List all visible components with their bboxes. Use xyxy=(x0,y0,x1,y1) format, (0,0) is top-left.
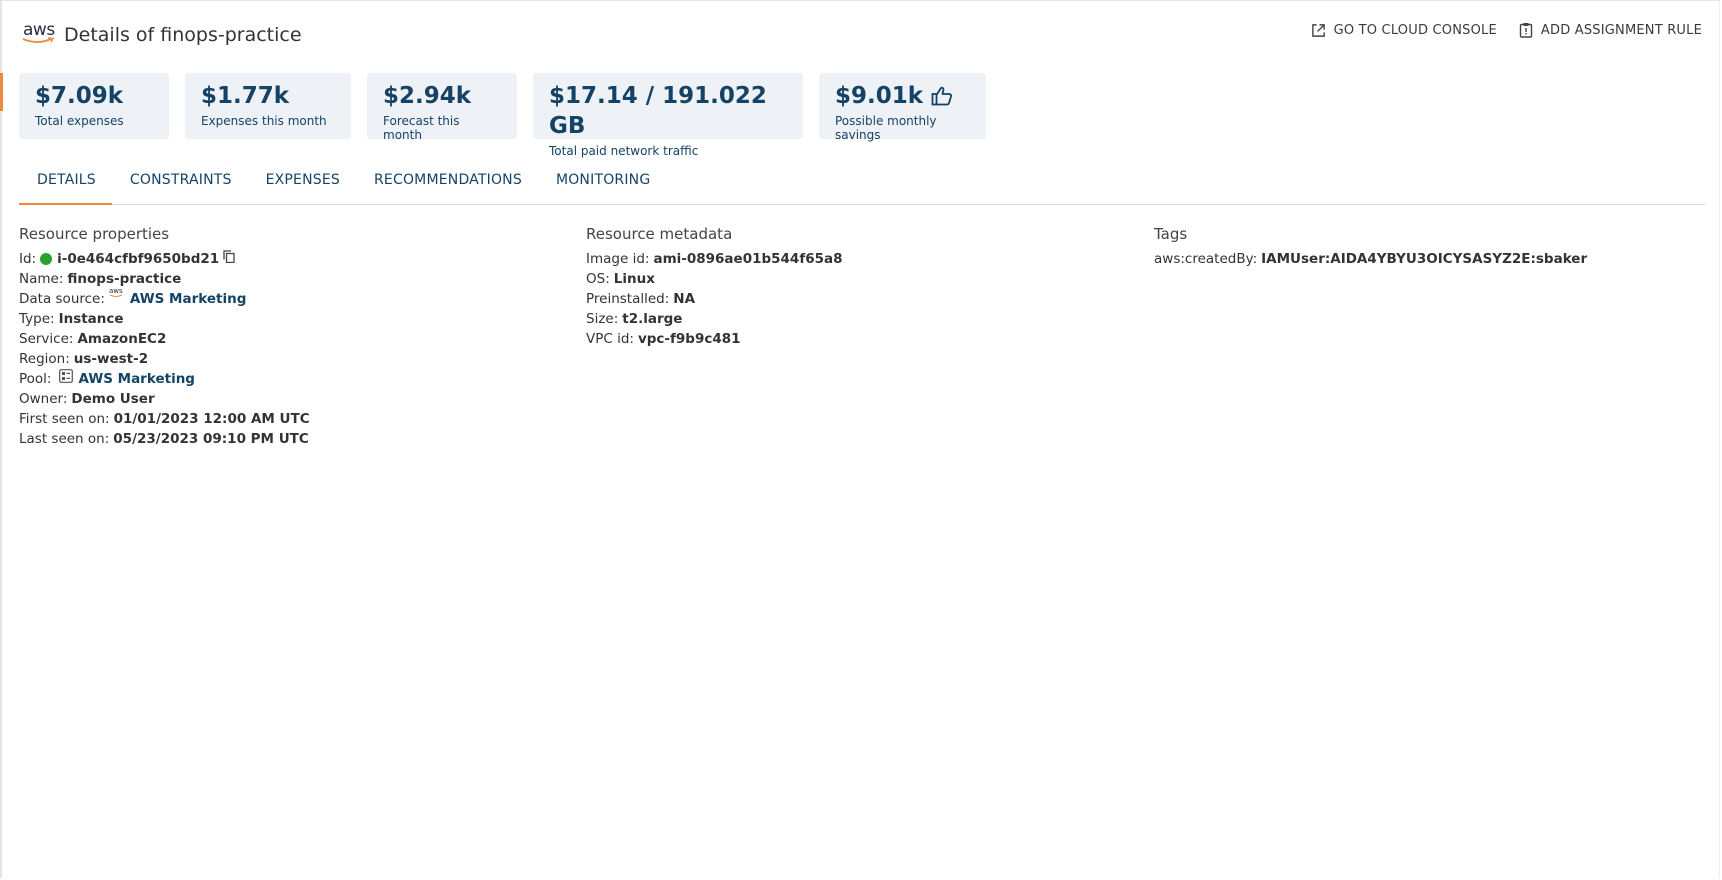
property-type: Type: Instance xyxy=(19,309,310,329)
section-title: Resource metadata xyxy=(586,225,733,243)
tag-row: aws:createdBy: IAMUser:AIDA4YBYU3OICYSAS… xyxy=(1154,249,1587,269)
pool-icon xyxy=(59,369,74,389)
metadata-vpc-id: VPC id: vpc-f9b9c481 xyxy=(586,329,843,349)
property-first-seen: First seen on: 01/01/2023 12:00 AM UTC xyxy=(19,409,310,429)
tab-monitoring[interactable]: MONITORING xyxy=(538,166,666,204)
tab-constraints[interactable]: CONSTRAINTS xyxy=(112,166,248,204)
tab-bar: DETAILS CONSTRAINTS EXPENSES RECOMMENDAT… xyxy=(19,166,1706,205)
metadata-label: Size: xyxy=(586,311,619,327)
go-to-cloud-console-button[interactable]: GO TO CLOUD CONSOLE xyxy=(1311,23,1497,38)
header-actions: GO TO CLOUD CONSOLE ADD ASSIGNMENT RULE xyxy=(1311,22,1702,38)
aws-small-icon: aws xyxy=(109,286,125,306)
card-value-row: $9.01k xyxy=(835,81,970,111)
metadata-label: VPC id: xyxy=(586,331,634,347)
metadata-image-id: Image id: ami-0896ae01b544f65a8 xyxy=(586,249,843,269)
copy-icon[interactable] xyxy=(223,249,235,269)
property-region: Region: us-west-2 xyxy=(19,349,310,369)
property-pool: Pool: AWS Marketing xyxy=(19,369,310,389)
resource-properties-section: Resource properties Id: i-0e464cfbf9650b… xyxy=(19,225,310,449)
page-header: aws Details of finops-practice xyxy=(22,20,302,50)
go-to-cloud-console-label: GO TO CLOUD CONSOLE xyxy=(1333,22,1497,38)
metadata-value: NA xyxy=(673,291,696,307)
clipboard-alert-icon xyxy=(1519,23,1533,38)
property-value: Instance xyxy=(58,311,124,327)
metadata-label: OS: xyxy=(586,271,610,287)
card-forecast-this-month: $2.94k Forecast this month xyxy=(367,73,517,142)
tab-details[interactable]: DETAILS xyxy=(19,166,112,205)
property-name: Name: finops-practice xyxy=(19,269,310,289)
card-label: Expenses this month xyxy=(201,114,327,128)
property-data-source: Data source: aws AWS Marketing xyxy=(19,286,310,309)
section-title: Tags xyxy=(1154,225,1188,243)
tab-recommendations[interactable]: RECOMMENDATIONS xyxy=(356,166,538,204)
property-value: i-0e464cfbf9650bd21 xyxy=(57,251,220,267)
property-value: Demo User xyxy=(71,391,155,407)
status-active-icon xyxy=(40,253,53,265)
thumbs-up-icon xyxy=(931,86,953,106)
metadata-value: t2.large xyxy=(622,311,683,327)
metadata-value: Linux xyxy=(613,271,655,287)
property-value: AmazonEC2 xyxy=(77,331,167,347)
card-label: Possible monthly savings xyxy=(835,114,937,142)
property-label: Region: xyxy=(19,351,70,367)
section-title: Resource properties xyxy=(19,225,170,243)
metadata-preinstalled: Preinstalled: NA xyxy=(586,289,843,309)
add-assignment-rule-label: ADD ASSIGNMENT RULE xyxy=(1540,22,1702,38)
tag-value: IAMUser:AIDA4YBYU3OICYSASYZ2E:sbaker xyxy=(1261,251,1588,267)
resource-metadata-section: Resource metadata Image id: ami-0896ae01… xyxy=(586,225,843,349)
add-assignment-rule-button[interactable]: ADD ASSIGNMENT RULE xyxy=(1519,22,1702,38)
property-last-seen: Last seen on: 05/23/2023 09:10 PM UTC xyxy=(19,429,310,449)
card-label: Total expenses xyxy=(35,114,124,128)
property-label: Type: xyxy=(19,311,55,327)
property-label: First seen on: xyxy=(19,411,110,427)
tag-key: aws:createdBy: xyxy=(1154,251,1258,267)
metadata-label: Preinstalled: xyxy=(586,291,670,307)
card-value: $1.77k xyxy=(201,83,290,109)
card-network-traffic: $17.14 / 191.022 GB Total paid network t… xyxy=(533,73,803,158)
property-label: Pool: xyxy=(19,371,52,387)
property-value: 05/23/2023 09:10 PM UTC xyxy=(113,431,309,447)
aws-smile-icon xyxy=(22,37,55,43)
metadata-label: Image id: xyxy=(586,251,650,267)
aws-logo: aws xyxy=(22,20,58,47)
data-source-link[interactable]: AWS Marketing xyxy=(130,289,246,309)
pool-link[interactable]: AWS Marketing xyxy=(78,369,194,389)
card-value: $7.09k xyxy=(35,83,124,109)
property-service: Service: AmazonEC2 xyxy=(19,329,310,349)
property-label: Id: xyxy=(19,251,37,267)
summary-cards: $7.09k Total expenses $1.77k Expenses th… xyxy=(19,73,986,158)
card-value: $2.94k xyxy=(383,83,472,109)
property-label: Data source: xyxy=(19,291,105,307)
property-label: Owner: xyxy=(19,391,68,407)
tags-section: Tags aws:createdBy: IAMUser:AIDA4YBYU3OI… xyxy=(1154,225,1587,269)
property-label: Service: xyxy=(19,331,74,347)
page-title: Details of finops-practice xyxy=(64,24,302,46)
metadata-size: Size: t2.large xyxy=(586,309,843,329)
card-possible-savings[interactable]: $9.01k Possible monthly savings xyxy=(819,73,986,142)
property-label: Name: xyxy=(19,271,64,287)
card-label: Forecast this month xyxy=(383,114,460,142)
property-value: 01/01/2023 12:00 AM UTC xyxy=(113,411,310,427)
card-label: Total paid network traffic xyxy=(549,144,699,158)
property-value: us-west-2 xyxy=(73,351,149,367)
card-expenses-this-month: $1.77k Expenses this month xyxy=(185,73,351,139)
tab-expenses[interactable]: EXPENSES xyxy=(248,166,356,204)
metadata-os: OS: Linux xyxy=(586,269,843,289)
metadata-value: vpc-f9b9c481 xyxy=(637,331,741,347)
metadata-value: ami-0896ae01b544f65a8 xyxy=(653,251,843,267)
property-owner: Owner: Demo User xyxy=(19,389,310,409)
property-id: Id: i-0e464cfbf9650bd21 xyxy=(19,249,310,269)
svg-text:aws: aws xyxy=(109,287,123,295)
card-total-expenses: $7.09k Total expenses xyxy=(19,73,169,139)
card-value: $9.01k xyxy=(835,83,924,109)
external-link-icon xyxy=(1311,23,1325,37)
property-label: Last seen on: xyxy=(19,431,110,447)
card-value: $17.14 / 191.022 GB xyxy=(549,83,767,139)
sidebar-accent xyxy=(0,73,3,111)
